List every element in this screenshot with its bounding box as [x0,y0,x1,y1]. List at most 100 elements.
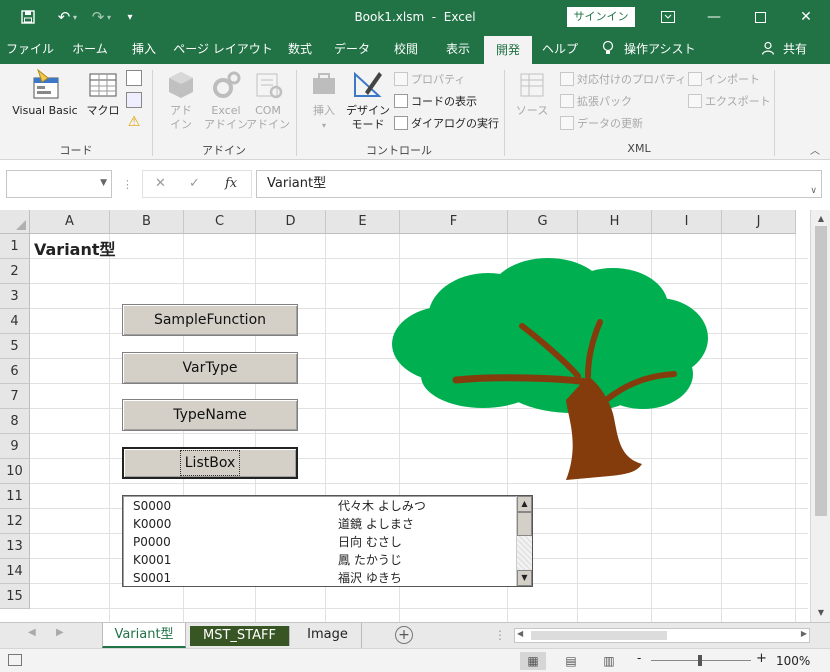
sheet-tab-image[interactable]: Image [294,623,362,648]
tab-split-grip-icon[interactable]: ⋮ [494,628,506,642]
expansion-packs-button[interactable]: 拡張パック [560,92,632,112]
undo-dropdown-icon[interactable]: ▾ [68,0,82,34]
lightbulb-icon[interactable] [600,34,616,64]
tab-data[interactable]: データ [328,34,376,64]
zoom-slider-thumb[interactable] [698,655,702,666]
column-header[interactable]: F [400,210,508,234]
addin-button[interactable]: アド イン [158,68,204,132]
run-dialog-button[interactable]: ダイアログの実行 [394,114,499,134]
xml-import-button[interactable]: インポート [688,70,760,90]
tell-me-search[interactable]: 操作アシスト [624,34,700,64]
row-header[interactable]: 3 [0,284,30,309]
sample-function-button[interactable]: SampleFunction [122,304,298,336]
vertical-scrollbar[interactable]: ▲ ▼ [810,210,830,622]
listbox-scroll-thumb[interactable] [517,512,532,536]
listbox-scrollbar[interactable]: ▲ ▼ [516,496,532,586]
row-header[interactable]: 10 [0,459,30,484]
row-header[interactable]: 11 [0,484,30,509]
row-header[interactable]: 7 [0,384,30,409]
record-macro-icon[interactable] [126,70,142,86]
name-box[interactable]: ▼ [6,170,112,198]
tree-image[interactable] [388,258,710,482]
listbox-item[interactable]: K0001 鳳 たかうじ [133,551,513,569]
signin-button[interactable]: サインイン [567,7,635,27]
staff-listbox[interactable]: S0000 代々木 よしみつ K0000 道鏡 よしまさ P0000 日向 むさし K000… [122,495,533,587]
insert-function-icon[interactable]: fx [225,176,237,191]
collapse-ribbon-icon[interactable]: ︿ [810,142,820,157]
horizontal-scroll-thumb[interactable] [531,631,667,640]
view-code-button[interactable]: コードの表示 [394,92,477,112]
com-addin-button[interactable]: COM アドイン [246,68,290,132]
minimize-icon[interactable]: — [691,0,737,34]
tab-home[interactable]: ホーム [64,34,116,64]
insert-control-button[interactable]: 挿入 ▾ [302,68,346,133]
column-header[interactable]: A [30,210,110,234]
listbox-item[interactable]: S0000 代々木 よしみつ [133,497,513,515]
vartype-button[interactable]: VarType [122,352,298,384]
row-header[interactable]: 5 [0,334,30,359]
scroll-down-icon[interactable]: ▼ [814,606,828,620]
excel-addin-button[interactable]: Excel アドイン [204,68,248,132]
row-header[interactable]: 13 [0,534,30,559]
tab-formulas[interactable]: 数式 [280,34,320,64]
row-header[interactable]: 2 [0,259,30,284]
tab-file[interactable]: ファイル [6,34,54,64]
row-header[interactable]: 4 [0,309,30,334]
relative-reference-icon[interactable] [126,92,142,108]
sheet-tab-mst-staff[interactable]: MST_STAFF [190,626,290,646]
name-box-dropdown-icon[interactable]: ▼ [100,178,107,188]
properties-button[interactable]: プロパティ [394,70,465,90]
column-header[interactable]: B [110,210,184,234]
row-header[interactable]: 12 [0,509,30,534]
enter-icon[interactable]: ✓ [189,176,200,191]
macro-security-icon[interactable]: ⚠ [126,114,142,130]
listbox-button[interactable]: ListBox [122,447,298,479]
row-header[interactable]: 14 [0,559,30,584]
xml-source-button[interactable]: ソース [510,68,554,118]
row-header[interactable]: 9 [0,434,30,459]
map-properties-button[interactable]: 対応付けのプロパティ [560,70,686,90]
cancel-icon[interactable]: ✕ [155,176,166,191]
horizontal-scrollbar[interactable]: ◀ ▶ [514,628,810,643]
scroll-right-icon[interactable]: ▶ [801,629,807,638]
column-header[interactable]: I [652,210,722,234]
cell-area[interactable]: Variant型 SampleFunction VarType TypeName… [30,234,808,622]
macro-button[interactable]: マクロ [84,68,122,118]
column-header[interactable]: D [256,210,326,234]
select-all-corner[interactable] [0,210,30,234]
customize-qat-icon[interactable]: ▾ [116,0,144,34]
typename-button[interactable]: TypeName [122,399,298,431]
row-header[interactable]: 1 [0,234,30,259]
tab-view[interactable]: 表示 [436,34,480,64]
zoom-in-button[interactable]: + [756,651,767,666]
zoom-level[interactable]: 100% [776,649,810,672]
listbox-item[interactable]: S0001 福沢 ゆきち [133,569,513,587]
scroll-left-icon[interactable]: ◀ [517,629,523,638]
column-header[interactable]: E [326,210,400,234]
column-header[interactable]: J [722,210,796,234]
tab-page-layout[interactable]: ページ レイアウト [172,34,274,64]
refresh-data-button[interactable]: データの更新 [560,114,643,134]
page-layout-view-icon[interactable]: ▤ [558,652,584,670]
redo-dropdown-icon[interactable]: ▾ [102,0,116,34]
formula-input[interactable]: Variant型 ∨ [256,170,822,198]
listbox-scroll-down-icon[interactable]: ▼ [517,570,532,586]
add-sheet-icon[interactable]: + [395,626,413,644]
listbox-item[interactable]: K0000 道鏡 よしまさ [133,515,513,533]
tab-insert[interactable]: 挿入 [122,34,166,64]
row-header[interactable]: 6 [0,359,30,384]
column-header[interactable]: C [184,210,256,234]
xml-export-button[interactable]: エクスポート [688,92,771,112]
expand-formula-bar-icon[interactable]: ∨ [810,178,817,204]
row-header[interactable]: 15 [0,584,30,609]
sheet-next-icon[interactable]: ▶ [56,627,64,638]
tab-help[interactable]: ヘルプ [536,34,584,64]
save-icon[interactable] [14,0,42,34]
column-header[interactable]: H [578,210,652,234]
row-header[interactable]: 8 [0,409,30,434]
sheet-tab-variant[interactable]: Variant型 [102,623,186,648]
listbox-item[interactable]: P0000 日向 むさし [133,533,513,551]
scroll-up-icon[interactable]: ▲ [814,212,828,226]
sheet-prev-icon[interactable]: ◀ [28,627,36,638]
tab-review[interactable]: 校閲 [384,34,428,64]
